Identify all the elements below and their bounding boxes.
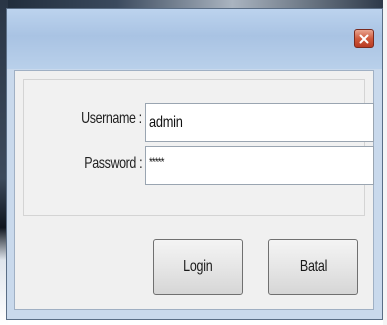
login-button-label: Login (183, 258, 213, 275)
dialog-body: Username : admin Password : ***** Login … (14, 70, 374, 310)
close-icon (359, 34, 369, 43)
password-label: Password : (84, 155, 142, 172)
cancel-button[interactable]: Batal (268, 239, 358, 295)
close-button[interactable] (354, 29, 374, 48)
password-field[interactable]: ***** (145, 146, 374, 185)
password-value: ***** (149, 154, 165, 169)
login-dialog: Username : admin Password : ***** Login … (6, 8, 383, 320)
credentials-group: Username : admin Password : ***** (23, 79, 374, 216)
login-button[interactable]: Login (153, 239, 243, 295)
screen-edge (383, 0, 387, 325)
username-field[interactable]: admin (145, 103, 374, 142)
username-value: admin (149, 113, 183, 131)
title-bar[interactable] (7, 9, 382, 69)
cancel-button-label: Batal (299, 258, 327, 275)
username-label: Username : (81, 110, 142, 127)
